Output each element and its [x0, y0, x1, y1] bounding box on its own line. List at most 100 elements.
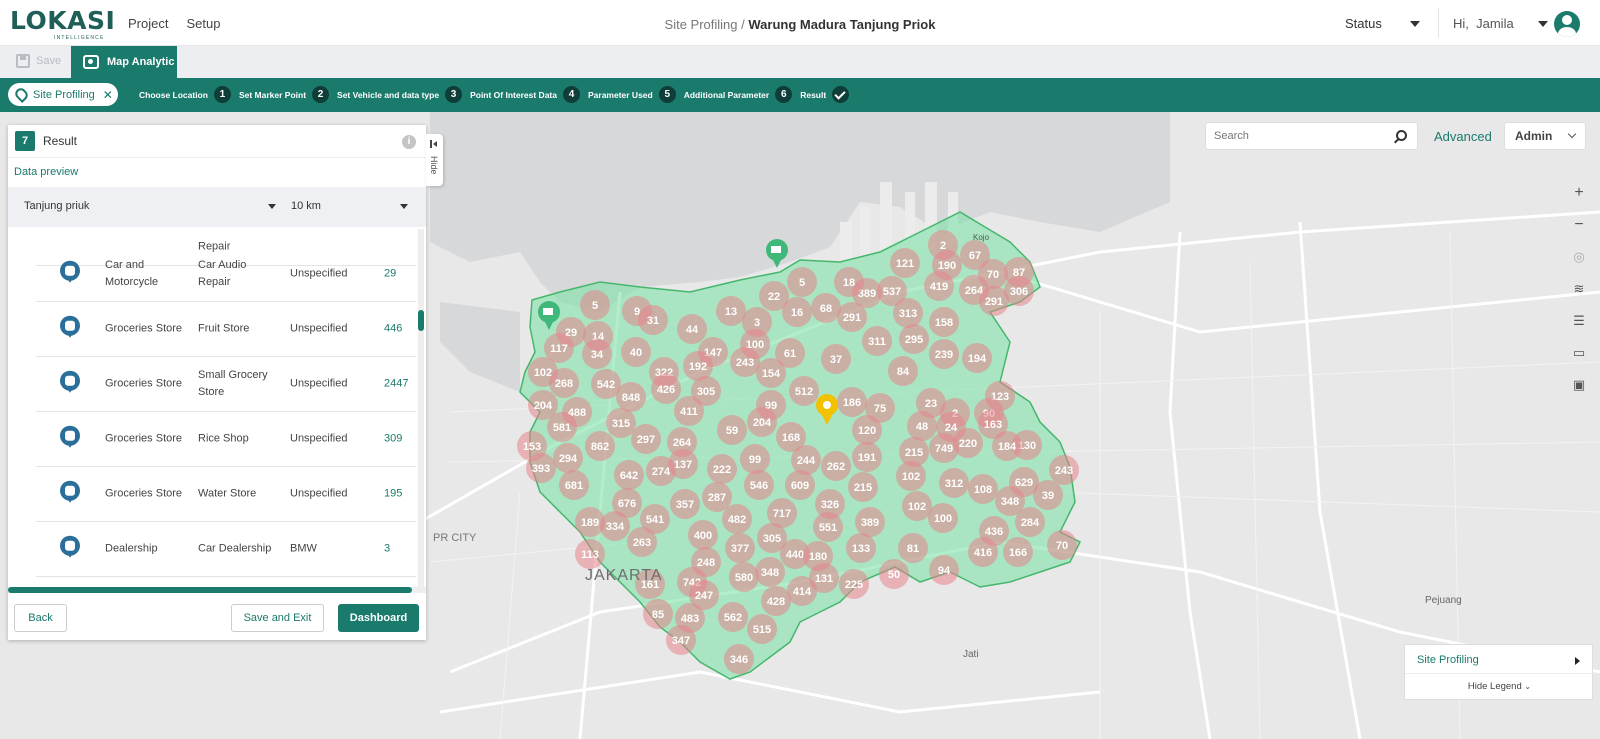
search-icon[interactable] — [1396, 130, 1407, 141]
chevron-down-icon — [1409, 20, 1420, 27]
poi-cluster-count: 222 — [713, 464, 731, 476]
filter-sliders-icon[interactable]: ☰ — [1564, 305, 1594, 337]
poi-cluster-count: 414 — [793, 586, 812, 598]
scrollbar-thumb[interactable] — [418, 310, 424, 331]
avatar[interactable] — [1554, 11, 1580, 37]
poi-cluster-count: 426 — [657, 384, 675, 396]
location-select[interactable]: Tanjung priuk — [24, 200, 276, 212]
chevron-down-icon — [1567, 129, 1577, 139]
data-preview-link[interactable]: Data preview — [8, 158, 426, 187]
back-button[interactable]: Back — [14, 604, 67, 632]
poi-cluster-count: 85 — [652, 609, 664, 621]
layers-icon[interactable]: ≋ — [1564, 273, 1594, 305]
table-cell-count[interactable]: 3 — [384, 541, 390, 558]
poi-cluster-count: 551 — [819, 522, 837, 534]
poi-cluster-count: 192 — [689, 361, 707, 373]
table-cell-count[interactable]: 29 — [384, 266, 396, 283]
table-cell-category: Groceries Store — [105, 377, 183, 390]
map-style-icon[interactable]: ▭ — [1564, 337, 1594, 369]
role-select[interactable]: Admin — [1504, 122, 1586, 150]
poi-cluster-count: 239 — [935, 349, 953, 361]
pill-label: Site Profiling — [33, 88, 95, 101]
close-icon[interactable]: ✕ — [103, 88, 113, 102]
table-cell-count[interactable]: 446 — [384, 321, 402, 338]
legend-title[interactable]: Site Profiling — [1417, 654, 1479, 666]
search-input[interactable] — [1206, 123, 1386, 149]
info-icon[interactable]: i — [402, 135, 416, 149]
poi-cluster-count: 13 — [725, 306, 737, 318]
breadcrumb-parent[interactable]: Site Profiling — [665, 17, 738, 32]
table-row[interactable]: Groceries Store Small Grocery Store Unspec… — [36, 357, 416, 412]
poi-cluster-count: 59 — [726, 425, 738, 437]
table-cell-count[interactable]: 2447 — [384, 376, 408, 393]
save-and-exit-button[interactable]: Save and Exit — [231, 604, 324, 632]
save-button[interactable]: Save — [16, 54, 61, 68]
collapse-icon — [430, 140, 438, 148]
poi-cluster-count: 117 — [550, 343, 568, 355]
poi-cluster-count: 581 — [553, 422, 571, 434]
map-label-prcity: PR CITY — [433, 532, 477, 544]
poi-cluster-count: 70 — [1056, 540, 1068, 552]
poi-cluster-count: 131 — [815, 573, 833, 585]
step-item[interactable]: Set Vehicle and data type 3 — [337, 86, 463, 103]
table-cell-count[interactable]: 309 — [384, 431, 402, 448]
poi-cluster-count: 483 — [681, 613, 699, 625]
poi-cluster-count: 428 — [767, 596, 785, 608]
step-bar: Site Profiling ✕ Choose Location 1 Set Mar… — [0, 78, 1600, 112]
step-item[interactable]: Choose Location 1 — [139, 86, 231, 103]
table-row[interactable]: Groceries Store Fruit Store Unspecified 446 — [36, 302, 416, 357]
advanced-link[interactable]: Advanced — [1434, 129, 1492, 144]
poi-cluster-count: 190 — [938, 260, 956, 272]
poi-cluster-count: 393 — [532, 463, 550, 475]
table-cell-category: Groceries Store — [105, 487, 183, 500]
hide-panel-tab[interactable]: Hide — [426, 134, 443, 186]
table-row[interactable]: Groceries Store Rice Shop Unspecified 309 — [36, 412, 416, 467]
lokasi-logo[interactable]: LOKASI INTELLIGENCE — [10, 8, 115, 42]
poi-cluster-count: 68 — [820, 303, 832, 315]
chevron-right-icon[interactable] — [1575, 657, 1580, 665]
step-item[interactable]: Result — [800, 86, 850, 103]
poi-cluster-count: 436 — [985, 526, 1003, 538]
zoom-out-icon[interactable]: − — [1564, 209, 1594, 241]
poi-cluster-count: 113 — [581, 549, 599, 561]
car-dealer-icon — [59, 535, 81, 561]
poi-table[interactable]: Repair Car and Motorcycle Car Audio Repai… — [8, 229, 426, 587]
radius-select[interactable]: 10 km — [291, 200, 411, 212]
step-item[interactable]: Parameter Used 5 — [588, 86, 676, 103]
table-row[interactable]: Groceries Store Water Store Unspecified 195 — [36, 467, 416, 522]
table-row[interactable]: Car and Motorcycle Car Audio Repair Unspec… — [36, 247, 416, 302]
nav-project[interactable]: Project — [128, 16, 168, 31]
poi-cluster-count: 347 — [672, 635, 690, 647]
map-search — [1205, 122, 1418, 150]
locate-icon[interactable]: ◎ — [1564, 241, 1594, 273]
horizontal-scrollbar[interactable] — [8, 587, 426, 593]
poi-cluster-count: 326 — [821, 499, 839, 511]
zoom-in-icon[interactable]: + — [1564, 177, 1594, 209]
table-row[interactable]: Dealership Car Dealership BMW 3 — [36, 522, 416, 577]
map-analytic-button[interactable]: Map Analytic — [71, 46, 177, 78]
step-item[interactable]: Set Marker Point 2 — [239, 86, 330, 103]
status-dropdown[interactable]: Status — [1345, 16, 1420, 31]
scrollbar[interactable] — [418, 229, 424, 587]
step-number: 6 — [775, 86, 793, 103]
hide-legend-label: Hide Legend — [1467, 681, 1522, 692]
step-item[interactable]: Point Of Interest Data 4 — [470, 86, 580, 103]
user-menu[interactable]: Hi, Jamila — [1453, 16, 1548, 31]
table-cell-count[interactable]: 195 — [384, 486, 402, 503]
step-item[interactable]: Additional Parameter 6 — [684, 86, 793, 103]
table-cell-brand: Unspecified — [290, 487, 348, 500]
poi-cluster-count: 244 — [797, 455, 816, 467]
site-profiling-pill[interactable]: Site Profiling ✕ — [8, 83, 118, 106]
table-cell-brand: BMW — [290, 542, 317, 555]
hide-legend-button[interactable]: Hide Legend ⌄ — [1405, 681, 1594, 692]
poi-cluster-count: 315 — [612, 418, 630, 430]
table-cell-category: Groceries Store — [105, 322, 183, 335]
poi-cluster-count: 681 — [565, 480, 583, 492]
export-icon[interactable]: ▣ — [1564, 369, 1594, 401]
poi-cluster-count: 400 — [694, 530, 712, 542]
dashboard-button[interactable]: Dashboard — [338, 604, 419, 632]
poi-cluster-count: 377 — [731, 543, 749, 555]
radius-value: 10 km — [291, 200, 321, 212]
nav-setup[interactable]: Setup — [186, 16, 220, 31]
map-label-jati: Jati — [963, 649, 979, 660]
